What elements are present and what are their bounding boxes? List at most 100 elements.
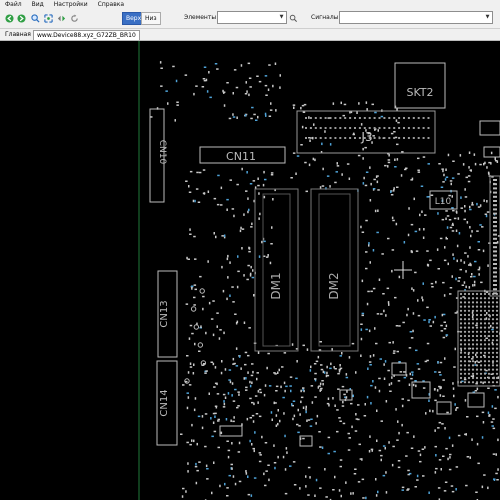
bga-ball [479,368,483,371]
flip-button[interactable] [56,13,66,23]
smd-pad [475,353,477,357]
smd-pad [488,161,491,164]
bga-ball [495,376,499,380]
bga-ball [487,347,491,350]
smd-pad [403,376,407,379]
smd-pad [302,406,305,409]
smd-pad [474,361,476,364]
smd-pad [295,377,298,380]
smd-pad [226,495,229,497]
connector-pin [363,127,366,129]
bga-ball [483,322,487,325]
tab-board-file[interactable]: www.Device88.xyz_G72ZB_BR10 [33,30,140,40]
bga-ball [483,368,487,371]
signals-combobox[interactable]: ▼ [339,11,493,24]
connector-pin [422,117,425,119]
smd-pad [452,382,454,385]
smd-pad [399,371,403,373]
bga-ball [491,368,495,371]
smd-pad [376,313,380,315]
smd-pad [255,119,258,121]
smd-pad [345,396,348,399]
bga-ball [479,372,483,375]
smd-pad [350,492,352,495]
smd-pad [302,387,305,389]
smd-pad [272,84,274,88]
smd-pad [265,256,269,258]
menu-settings[interactable]: Настройки [49,0,93,10]
connector-pin [398,127,401,129]
smd-pad [476,387,479,391]
smd-pad [443,294,446,297]
smd-pad [259,212,261,216]
connector-pin [493,275,497,278]
bga-ball [483,381,487,384]
bga-ball [463,381,467,384]
smd-pad [384,447,386,450]
smd-pad [493,478,496,480]
fit-button[interactable] [43,13,53,23]
bga-ball [479,322,483,325]
smd-pad [397,121,400,124]
smd-pad [245,190,248,192]
bga-ball [491,381,495,384]
bottom-side-button[interactable]: Низ [141,12,161,25]
smd-pad [160,85,163,87]
smd-pad [440,324,443,327]
smd-pad [284,468,287,471]
smd-pad [460,196,462,199]
menu-file[interactable]: Файл [0,0,27,10]
elements-search-button[interactable] [288,13,298,23]
bga-ball [475,334,479,338]
smd-pad [201,86,205,88]
smd-pad [237,405,240,407]
bga-ball [463,347,467,350]
smd-pad [186,355,189,357]
smd-pad [245,377,247,380]
smd-pad [451,177,455,179]
smd-pad [459,268,462,271]
smd-pad [377,490,379,494]
smd-pad [365,267,368,270]
smd-pad [194,342,196,346]
connector-pin [319,117,322,119]
refresh-button[interactable] [69,13,79,23]
smd-pad [297,431,300,434]
smd-pad [482,421,485,424]
bga-ball [483,360,487,363]
smd-pad [481,436,484,439]
forward-button[interactable] [16,13,26,23]
smd-pad [441,423,444,425]
smd-pad [220,204,223,206]
bga-ball [483,347,487,350]
connector-pin [493,179,497,181]
bga-ball [471,339,475,342]
smd-pad [277,455,279,459]
smd-pad [244,363,247,366]
back-button[interactable] [4,13,14,23]
smd-pad [469,246,471,249]
smd-pad [452,222,454,226]
bga-ball [495,305,499,308]
elements-combobox[interactable]: ▼ [217,11,287,24]
bga-ball [467,343,471,346]
smd-pad [215,406,218,409]
bga-ball [463,343,467,346]
smd-pad [180,433,183,435]
smd-pad [186,441,189,444]
smd-pad [258,217,260,220]
bga-ball [467,305,471,308]
tab-main[interactable]: Главная [2,30,34,39]
smd-pad [444,481,448,483]
smd-pad [274,373,277,375]
smd-pad [231,394,233,397]
menu-view[interactable]: Вид [27,0,49,10]
smd-pad [244,93,248,95]
menu-help[interactable]: Справка [93,0,129,10]
zoom-button[interactable] [30,13,40,23]
board-viewer-canvas[interactable]: SKT2 J3 CN11 CN10 DM1 DM2 CN13 CN14 L10 [0,41,500,500]
bga-ball [487,339,491,342]
bga-ball [487,313,491,317]
connector-pin [493,225,497,228]
smd-pad [203,66,207,68]
